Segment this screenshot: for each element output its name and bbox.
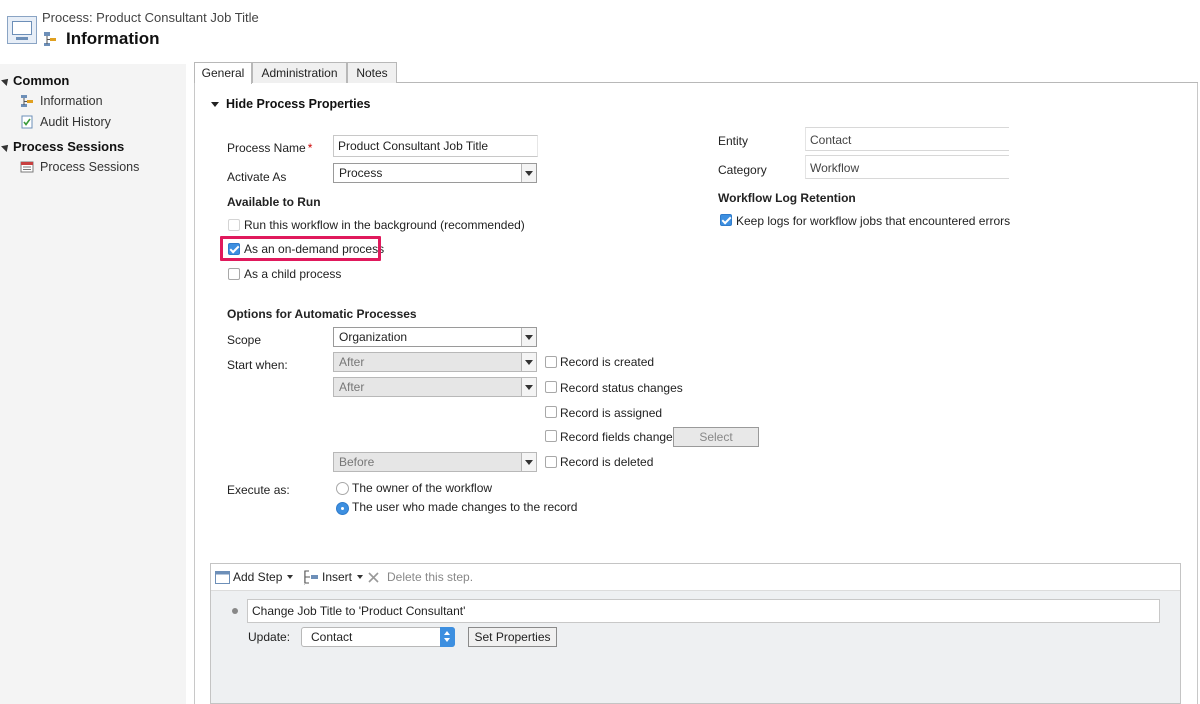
nav-item-information[interactable]: Information xyxy=(20,94,103,108)
tab-strip: General Administration Notes xyxy=(194,62,1198,84)
required-marker: * xyxy=(307,141,313,155)
start-when-value: After xyxy=(339,355,365,369)
chevron-down-icon xyxy=(521,378,536,396)
insert-button[interactable]: Insert xyxy=(303,570,364,584)
start-when-select-status[interactable]: After xyxy=(333,377,537,397)
execute-as-label: Execute as: xyxy=(227,483,290,497)
start-when-label: Start when: xyxy=(227,358,288,372)
nav-section-label: Process Sessions xyxy=(13,139,125,154)
start-when-select-deleted[interactable]: Before xyxy=(333,452,537,472)
delete-step-label: Delete this step. xyxy=(387,570,474,584)
delete-step-button[interactable]: Delete this step. xyxy=(367,570,473,584)
nav-section-label: Common xyxy=(13,73,70,88)
nav-item-audit-history[interactable]: Audit History xyxy=(20,115,111,129)
select-spinner-icon xyxy=(440,627,455,647)
activate-as-select[interactable]: Process xyxy=(333,163,537,183)
steps-toolbar: Add Step Insert Delete this step. xyxy=(211,564,1180,591)
run-background-checkbox[interactable] xyxy=(228,219,240,231)
add-step-button[interactable]: Add Step xyxy=(215,570,294,584)
update-entity-value: Contact xyxy=(311,630,353,644)
nav-item-process-sessions[interactable]: Process Sessions xyxy=(20,160,139,174)
workflow-icon xyxy=(44,32,56,46)
process-name-input[interactable]: Product Consultant Job Title xyxy=(333,135,538,157)
keep-logs-checkbox[interactable] xyxy=(720,214,732,226)
category-label: Category xyxy=(718,163,767,177)
expand-collapse-icon xyxy=(211,102,219,107)
collapse-icon xyxy=(1,142,11,152)
record-status-label: Record status changes xyxy=(560,381,683,395)
nav-item-label: Information xyxy=(40,94,103,108)
user-label: The user who made changes to the record xyxy=(352,500,578,514)
automatic-processes-heading: Options for Automatic Processes xyxy=(227,307,417,321)
step-bullet-icon xyxy=(232,608,238,614)
chevron-down-icon xyxy=(357,575,364,579)
steps-editor: Add Step Insert Delete this step. Change… xyxy=(210,563,1181,704)
step-description-input[interactable]: Change Job Title to 'Product Consultant' xyxy=(247,599,1160,623)
record-created-checkbox[interactable] xyxy=(545,356,557,368)
update-entity-select[interactable]: Contact xyxy=(301,627,455,647)
update-label: Update: xyxy=(248,630,291,644)
insert-icon xyxy=(304,570,318,584)
child-process-checkbox[interactable] xyxy=(228,268,240,280)
activate-as-label: Activate As xyxy=(227,170,287,184)
collapse-icon xyxy=(1,76,11,86)
section-toggle-label: Hide Process Properties xyxy=(226,97,371,111)
page-subtitle: Process: Product Consultant Job Title xyxy=(42,10,259,25)
scope-value: Organization xyxy=(339,330,408,344)
tab-administration[interactable]: Administration xyxy=(252,62,347,83)
set-properties-button[interactable]: Set Properties xyxy=(468,627,557,647)
select-fields-button[interactable]: Select xyxy=(673,427,759,447)
add-step-label: Add Step xyxy=(233,570,283,584)
chevron-down-icon xyxy=(521,328,536,346)
on-demand-highlight-box xyxy=(220,236,381,261)
workflow-icon xyxy=(21,95,33,107)
nav-section-process-sessions[interactable]: Process Sessions xyxy=(1,139,125,154)
category-value: Workflow xyxy=(805,155,1009,179)
activate-as-value: Process xyxy=(339,166,383,180)
record-assigned-checkbox[interactable] xyxy=(545,406,557,418)
add-step-icon xyxy=(215,570,230,584)
process-form-icon xyxy=(7,16,37,44)
delete-icon xyxy=(368,571,379,583)
run-background-label: Run this workflow in the background (rec… xyxy=(244,218,525,232)
scope-label: Scope xyxy=(227,333,262,347)
record-deleted-label: Record is deleted xyxy=(560,455,654,469)
owner-label: The owner of the workflow xyxy=(352,481,493,495)
left-navigation: Common Information Audit History Process… xyxy=(0,64,186,704)
scope-select[interactable]: Organization xyxy=(333,327,537,347)
process-name-label: Process Name * xyxy=(227,141,313,155)
child-process-label: As a child process xyxy=(244,267,342,281)
chevron-down-icon xyxy=(287,575,294,579)
tab-notes[interactable]: Notes xyxy=(347,62,397,83)
chevron-down-icon xyxy=(521,164,536,182)
record-fields-checkbox[interactable] xyxy=(545,430,557,442)
nav-item-label: Process Sessions xyxy=(40,160,140,174)
steps-body: Change Job Title to 'Product Consultant'… xyxy=(211,591,1180,703)
nav-item-label: Audit History xyxy=(40,115,111,129)
chevron-down-icon xyxy=(521,353,536,371)
entity-value: Contact xyxy=(805,127,1009,151)
record-deleted-checkbox[interactable] xyxy=(545,456,557,468)
start-when-value: Before xyxy=(339,455,375,469)
log-retention-heading: Workflow Log Retention xyxy=(718,191,856,205)
tab-general[interactable]: General xyxy=(194,62,252,84)
owner-radio[interactable] xyxy=(336,482,349,495)
record-assigned-label: Record is assigned xyxy=(560,406,663,420)
record-created-label: Record is created xyxy=(560,355,655,369)
available-to-run-heading: Available to Run xyxy=(227,195,321,209)
entity-label: Entity xyxy=(718,134,749,148)
insert-label: Insert xyxy=(322,570,353,584)
record-status-checkbox[interactable] xyxy=(545,381,557,393)
chevron-down-icon xyxy=(521,453,536,471)
nav-section-common[interactable]: Common xyxy=(1,73,70,88)
hide-process-properties-toggle[interactable]: Hide Process Properties xyxy=(211,97,371,111)
start-when-value: After xyxy=(339,380,365,394)
page-title: Information xyxy=(66,29,160,48)
start-when-select-created[interactable]: After xyxy=(333,352,537,372)
record-fields-label: Record fields change xyxy=(560,430,673,444)
process-sessions-icon xyxy=(20,161,34,173)
audit-history-icon xyxy=(21,115,33,129)
user-radio[interactable] xyxy=(336,502,349,515)
keep-logs-label: Keep logs for workflow jobs that encount… xyxy=(736,214,1011,228)
